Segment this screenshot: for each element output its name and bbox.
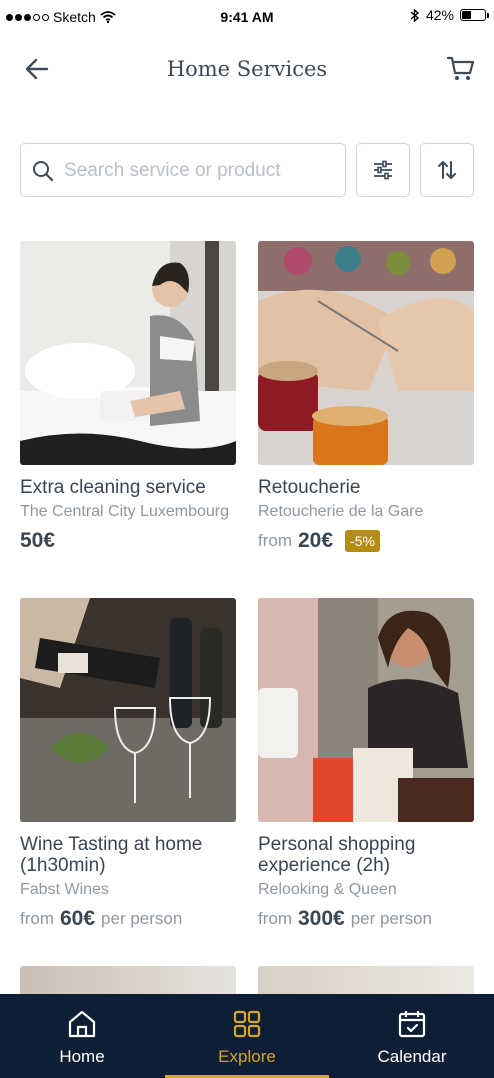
cleaning-service-image — [20, 241, 236, 465]
tab-label: Explore — [218, 1047, 276, 1066]
bluetooth-icon — [410, 7, 420, 23]
price-prefix: from — [20, 909, 54, 928]
service-card[interactable]: Wine Tasting at home (1h30min) Fabst Win… — [20, 598, 236, 931]
provider-name: Fabst Wines — [20, 881, 109, 898]
tab-label: Calendar — [377, 1047, 447, 1066]
price-prefix: from — [258, 531, 292, 550]
price-row: from 60€ per person — [20, 907, 236, 931]
provider-name: Relooking & Queen — [258, 881, 397, 898]
personal-shopping-image — [258, 598, 474, 822]
provider-name: The Central City Luxembourg — [20, 503, 229, 520]
filter-button[interactable] — [356, 143, 410, 197]
navigation-bar: Home Services — [0, 40, 494, 100]
service-name: Personal shopping experience (2h) — [258, 834, 416, 876]
tab-explore[interactable]: Explore — [165, 994, 329, 1078]
bottom-tab-bar: Home Explore Calendar — [0, 994, 494, 1078]
wine-tasting-image — [20, 598, 236, 822]
service-name: Extra cleaning service — [20, 477, 206, 498]
price-amount: 300€ — [298, 907, 345, 930]
filter-sliders-icon — [374, 160, 392, 180]
service-card[interactable]: Personal shopping experience (2h) Relook… — [258, 598, 474, 931]
search-input[interactable]: Search service or product — [20, 143, 346, 197]
page-title: Home Services — [166, 57, 328, 81]
tab-home[interactable]: Home — [0, 994, 164, 1078]
calendar-icon — [398, 1011, 426, 1038]
service-name: Wine Tasting at home (1h30min) — [20, 834, 203, 876]
price-amount: 60€ — [60, 907, 96, 930]
grid-icon — [233, 1010, 261, 1038]
price-suffix: per person — [350, 909, 432, 928]
status-bar: Sketch 9:41 AM 42% — [0, 0, 494, 34]
home-icon — [68, 1010, 96, 1038]
retoucherie-image — [258, 241, 474, 465]
tab-calendar[interactable]: Calendar — [330, 994, 494, 1078]
search-icon — [33, 161, 54, 182]
discount-badge: -5% — [345, 530, 380, 552]
status-right: 42% — [410, 7, 489, 23]
price-amount: 20€ — [298, 529, 334, 552]
battery-icon — [460, 9, 489, 21]
sort-arrows-icon — [438, 161, 456, 179]
battery-percent: 42% — [425, 7, 454, 23]
provider-name: Retoucherie de la Gare — [258, 503, 424, 520]
sort-button[interactable] — [420, 143, 474, 197]
search-placeholder: Search service or product — [64, 160, 281, 181]
service-name: Retoucherie — [258, 477, 361, 498]
service-card[interactable]: Extra cleaning service The Central City … — [20, 241, 236, 553]
tab-label: Home — [59, 1047, 105, 1066]
price-prefix: from — [258, 909, 292, 928]
price-suffix: per person — [101, 909, 183, 928]
cart-icon[interactable] — [446, 53, 476, 83]
service-card[interactable]: Retoucherie Retoucherie de la Gare from … — [258, 241, 474, 553]
price-amount: 50€ — [20, 529, 56, 552]
price-row: 50€ — [20, 529, 236, 553]
price-row: from 300€ per person — [258, 907, 474, 931]
price-row: from 20€ -5% — [258, 529, 474, 553]
